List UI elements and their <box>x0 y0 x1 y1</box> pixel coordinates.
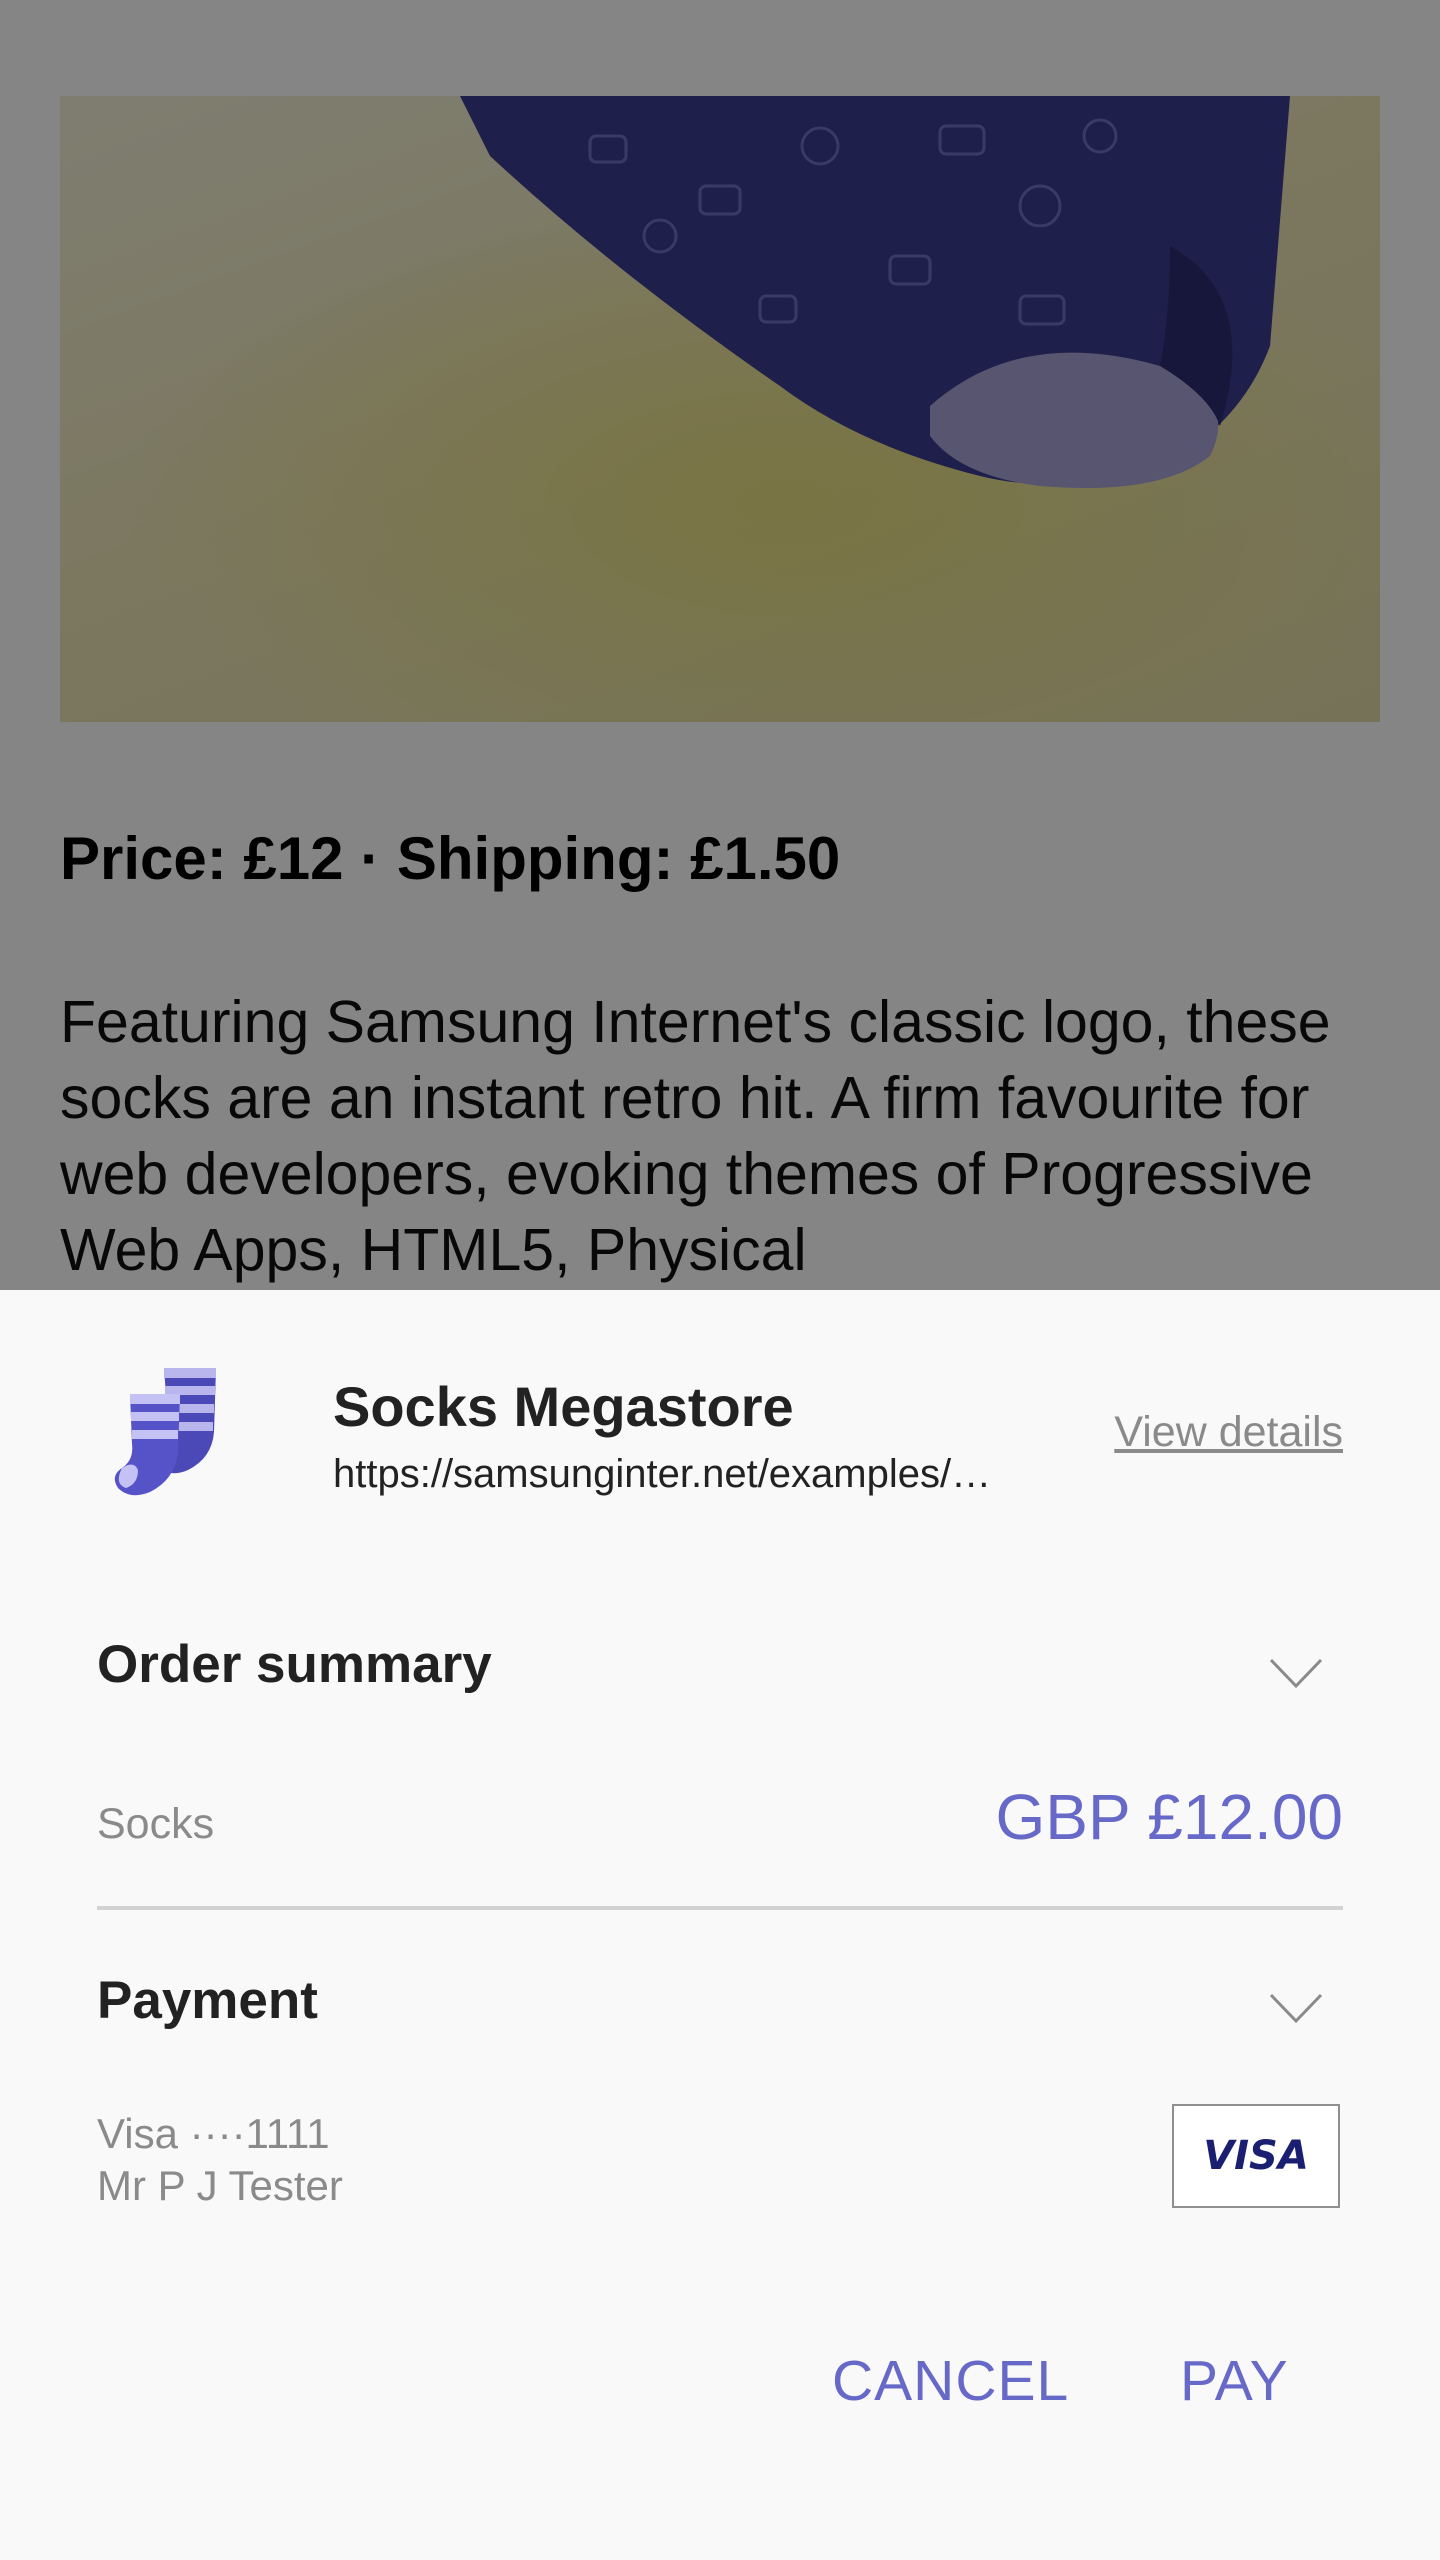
cardholder-name: Mr P J Tester <box>97 2162 343 2209</box>
visa-card-logo: VISA <box>1172 2104 1340 2208</box>
dim-overlay[interactable] <box>0 0 1440 1290</box>
merchant-url: https://samsunginter.net/examples/socks/ <box>333 1452 1005 1496</box>
view-details-link[interactable]: View details <box>1114 1408 1343 1457</box>
payment-heading[interactable]: Payment <box>97 1970 318 2031</box>
socks-icon <box>108 1362 234 1498</box>
cancel-button[interactable]: CANCEL <box>832 2348 1069 2414</box>
chevron-down-icon[interactable] <box>1268 1991 1324 2025</box>
order-item-label: Socks <box>97 1800 215 1848</box>
merchant-name: Socks Megastore <box>333 1375 794 1438</box>
chevron-down-icon[interactable] <box>1268 1656 1324 1690</box>
section-divider <box>97 1906 1343 1910</box>
order-summary-heading[interactable]: Order summary <box>97 1634 492 1695</box>
order-total-amount: GBP £12.00 <box>995 1781 1343 1853</box>
pay-button[interactable]: PAY <box>1180 2348 1289 2414</box>
card-number: Visa ····1111 <box>97 2110 330 2157</box>
